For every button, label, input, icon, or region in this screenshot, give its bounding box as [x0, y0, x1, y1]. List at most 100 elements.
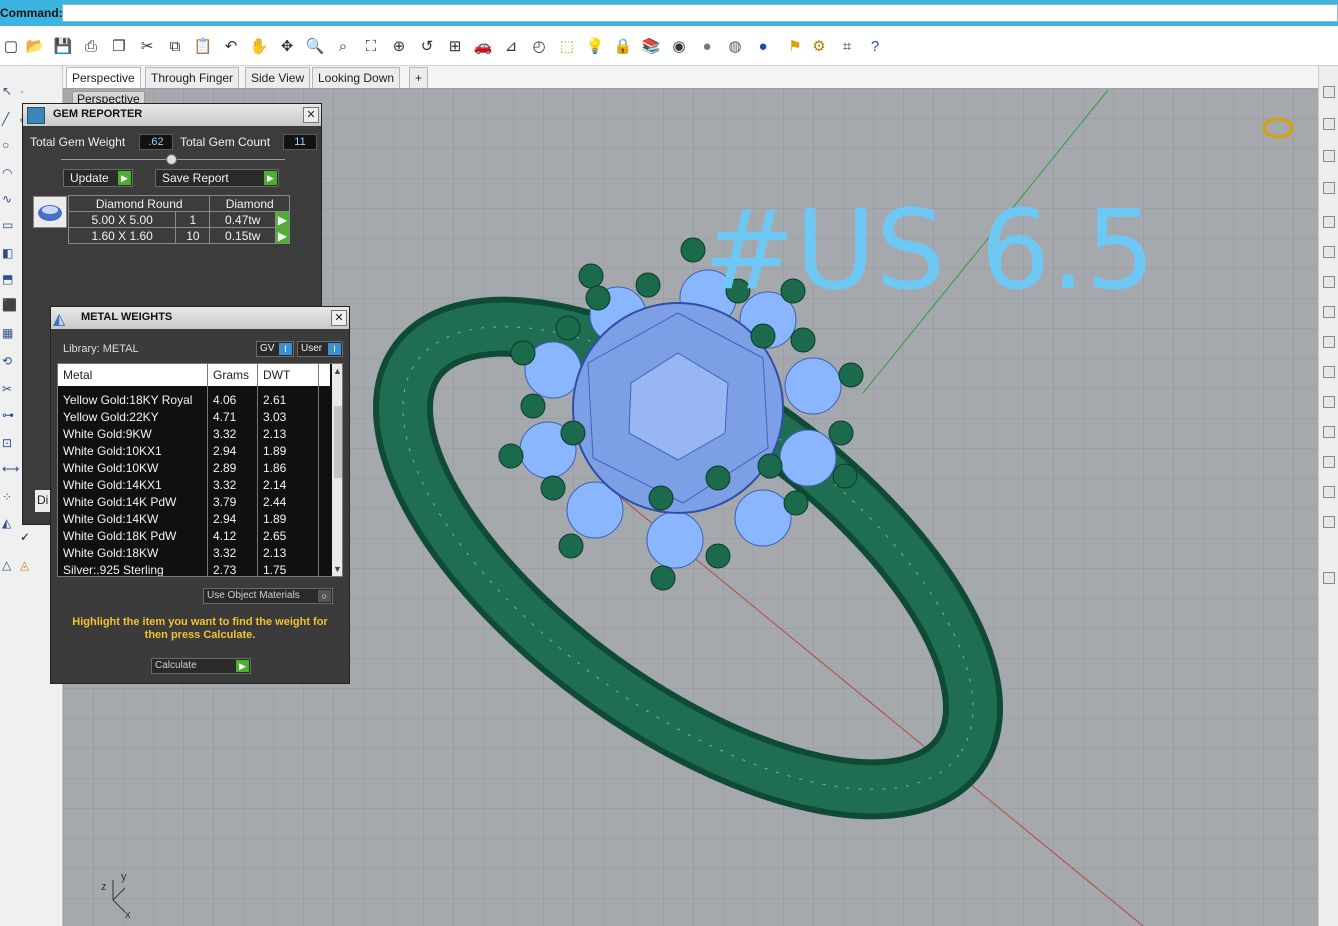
- tab-side-view[interactable]: Side View: [245, 67, 311, 88]
- metal-weights-title[interactable]: METAL WEIGHTS: [51, 307, 349, 329]
- undo-view-icon[interactable]: ↺: [416, 35, 438, 57]
- rotate-view-icon[interactable]: ✥: [276, 35, 298, 57]
- mesh-icon[interactable]: ▦: [2, 326, 16, 340]
- right-tool-14-icon[interactable]: [1323, 486, 1335, 498]
- options-gear-icon[interactable]: ⚙: [808, 35, 830, 57]
- zoom-selected-icon[interactable]: ⊕: [388, 35, 410, 57]
- surface-icon[interactable]: ◧: [2, 246, 16, 260]
- scroll-up-icon[interactable]: ▲: [333, 366, 342, 376]
- join-icon[interactable]: ⊶: [2, 408, 16, 422]
- right-tool-15-icon[interactable]: [1323, 516, 1335, 528]
- grid-snap-icon[interactable]: ⌗: [836, 35, 858, 57]
- zoom-window-icon[interactable]: ⌕: [332, 35, 354, 57]
- gem-reporter-close-button[interactable]: ✕: [303, 107, 319, 123]
- splitter-handle[interactable]: [166, 154, 177, 165]
- list-item[interactable]: White Gold:18KW 3.32 2.13: [58, 545, 330, 562]
- tab-looking-down[interactable]: Looking Down: [312, 67, 401, 88]
- car-icon[interactable]: 🚗: [472, 35, 494, 57]
- flag-icon[interactable]: ⚑: [784, 35, 806, 57]
- rendered-sphere-icon[interactable]: ◍: [724, 35, 746, 57]
- list-item[interactable]: White Gold:14KX1 3.32 2.14: [58, 477, 330, 494]
- list-item[interactable]: White Gold:18K PdW 4.12 2.65: [58, 528, 330, 545]
- list-item[interactable]: White Gold:9KW 3.32 2.13: [58, 426, 330, 443]
- point-icon[interactable]: ·: [20, 84, 34, 98]
- metal-list-scrollbar[interactable]: ▲ ▼: [332, 364, 342, 576]
- new-file-icon[interactable]: ▢: [0, 35, 22, 57]
- dimension-icon[interactable]: ⟷: [2, 462, 19, 476]
- right-tool-1-icon[interactable]: [1323, 86, 1335, 98]
- right-tool-11-icon[interactable]: [1323, 396, 1335, 408]
- right-tool-16-icon[interactable]: [1323, 572, 1335, 584]
- tab-add[interactable]: +: [409, 67, 429, 88]
- tab-perspective[interactable]: Perspective: [66, 67, 141, 88]
- right-tool-5-icon[interactable]: [1323, 216, 1335, 228]
- material-sphere-icon[interactable]: ●: [752, 35, 774, 57]
- right-tool-8-icon[interactable]: [1323, 306, 1335, 318]
- list-item[interactable]: White Gold:10KW 2.89 1.86: [58, 460, 330, 477]
- line-icon[interactable]: ╱: [2, 112, 16, 126]
- triangle-icon[interactable]: △: [2, 558, 16, 572]
- curve-icon[interactable]: ∿: [2, 192, 16, 206]
- list-item[interactable]: White Gold:14KW 2.94 1.89: [58, 511, 330, 528]
- layers-icon[interactable]: 📚: [640, 35, 662, 57]
- list-item[interactable]: Silver:.925 Sterling 2.73 1.75: [58, 562, 330, 576]
- rectangle-icon[interactable]: ▭: [2, 218, 16, 232]
- tab-through-finger[interactable]: Through Finger: [145, 67, 240, 88]
- gem-table-row[interactable]: 5.00 X 5.00 1 0.47tw ▶: [67, 211, 290, 228]
- right-tool-10-icon[interactable]: [1323, 366, 1335, 378]
- zoom-icon[interactable]: 🔍: [304, 35, 326, 57]
- scrollbar-thumb[interactable]: [334, 406, 342, 478]
- gv-toggle[interactable]: GV I: [256, 341, 294, 357]
- list-item[interactable]: Yellow Gold:18KY Royal 4.06 2.61: [58, 392, 330, 409]
- use-object-materials-toggle[interactable]: Use Object Materials ○: [203, 588, 333, 604]
- open-folder-icon[interactable]: 📂: [24, 35, 46, 57]
- array-icon[interactable]: ⁘: [2, 490, 16, 504]
- list-item[interactable]: White Gold:10KX1 2.94 1.89: [58, 443, 330, 460]
- select-icon[interactable]: ⬚: [556, 35, 578, 57]
- grams-column-header[interactable]: Grams: [213, 368, 249, 382]
- right-tool-9-icon[interactable]: [1323, 336, 1335, 348]
- dwt-column-header[interactable]: DWT: [263, 368, 290, 382]
- right-tool-13-icon[interactable]: [1323, 456, 1335, 468]
- help-icon[interactable]: ?: [864, 35, 886, 57]
- pan-hand-icon[interactable]: ✋: [248, 35, 270, 57]
- right-tool-7-icon[interactable]: [1323, 276, 1335, 288]
- render-icon[interactable]: ◭: [2, 516, 16, 530]
- undo-icon[interactable]: ↶: [220, 35, 242, 57]
- right-tool-2-icon[interactable]: [1323, 118, 1335, 130]
- right-tool-4-icon[interactable]: [1323, 182, 1335, 194]
- user-toggle[interactable]: User I: [297, 341, 343, 357]
- circle-icon[interactable]: ○: [2, 138, 16, 152]
- paste-icon[interactable]: 📋: [192, 35, 214, 57]
- metal-column-header[interactable]: Metal: [63, 368, 92, 382]
- analyze-icon[interactable]: ⊡: [2, 436, 16, 450]
- shaded-sphere-icon[interactable]: ●: [696, 35, 718, 57]
- zoom-extents-icon[interactable]: ⛶: [360, 35, 382, 57]
- paint-bucket-icon[interactable]: ◬: [20, 558, 34, 572]
- color-wheel-icon[interactable]: ◉: [668, 35, 690, 57]
- metal-weights-close-button[interactable]: ✕: [331, 310, 347, 326]
- cut-icon[interactable]: ✂: [136, 35, 158, 57]
- save-report-button[interactable]: Save Report ▶: [155, 169, 279, 187]
- command-input[interactable]: [62, 4, 1338, 22]
- list-item[interactable]: Yellow Gold:22KY 4.71 3.03: [58, 409, 330, 426]
- calculate-button[interactable]: Calculate ▶: [151, 658, 251, 674]
- update-button[interactable]: Update ▶: [63, 169, 133, 187]
- pointer-icon[interactable]: ↖: [2, 84, 16, 98]
- solid-icon[interactable]: ⬛: [2, 298, 17, 312]
- right-tool-12-icon[interactable]: [1323, 426, 1335, 438]
- right-tool-6-icon[interactable]: [1323, 246, 1335, 258]
- four-viewports-icon[interactable]: ⊞: [444, 35, 466, 57]
- gem-row-go-icon[interactable]: ▶: [275, 227, 290, 244]
- gem-reporter-title[interactable]: GEM REPORTER: [23, 104, 321, 126]
- copy-icon[interactable]: ⧉: [164, 35, 186, 57]
- print-icon[interactable]: ⎙: [80, 35, 102, 57]
- transform-icon[interactable]: ⟲: [2, 354, 16, 368]
- properties-icon[interactable]: ❐: [108, 35, 130, 57]
- construction-plane-icon[interactable]: ⊿: [500, 35, 522, 57]
- right-tool-3-icon[interactable]: [1323, 150, 1335, 162]
- osnap-icon[interactable]: ◴: [528, 35, 550, 57]
- arc-icon[interactable]: ◠: [2, 166, 16, 180]
- save-icon[interactable]: 💾: [52, 35, 74, 57]
- gem-table-row[interactable]: 1.60 X 1.60 10 0.15tw ▶: [67, 227, 290, 244]
